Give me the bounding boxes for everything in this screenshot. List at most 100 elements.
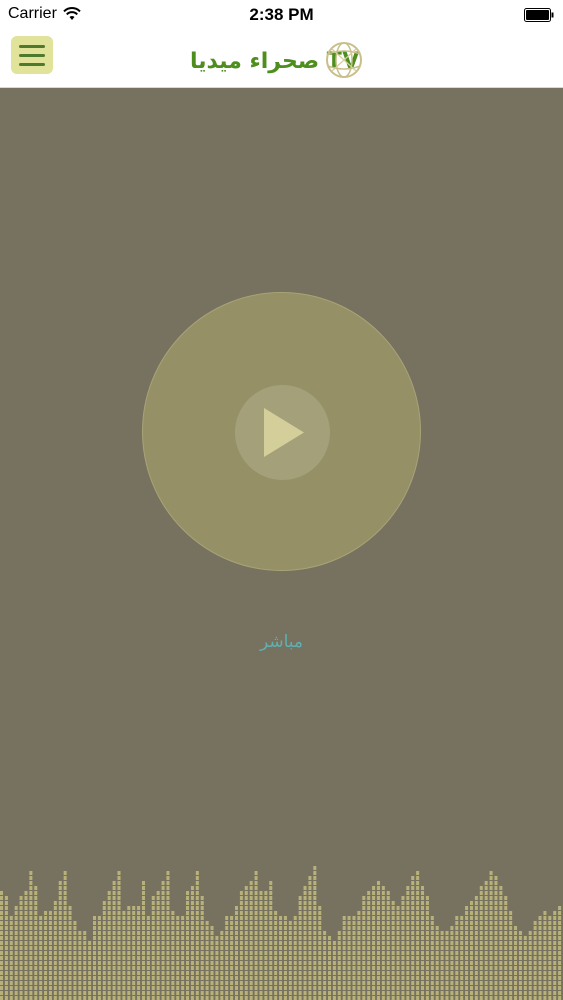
equalizer-bar <box>249 881 253 1000</box>
battery-icon <box>524 8 554 22</box>
equalizer-bar <box>244 886 248 1000</box>
equalizer-bar <box>14 906 18 1000</box>
equalizer-bar <box>494 876 498 1000</box>
equalizer-bar <box>342 916 346 1000</box>
audio-equalizer <box>0 866 562 1000</box>
equalizer-bar <box>401 896 405 1000</box>
navigation-bar: صحراء ميديا TV <box>0 30 563 88</box>
equalizer-bar <box>460 916 464 1000</box>
equalizer-bar <box>176 916 180 1000</box>
equalizer-bar <box>230 916 234 1000</box>
equalizer-bar <box>161 881 165 1000</box>
equalizer-bar <box>347 916 351 1000</box>
equalizer-bar <box>122 911 126 1000</box>
equalizer-bar <box>479 886 483 1000</box>
play-button[interactable] <box>235 385 330 480</box>
clock: 2:38 PM <box>249 5 314 24</box>
equalizer-bar <box>93 916 97 1000</box>
equalizer-bar <box>425 896 429 1000</box>
equalizer-bar <box>4 896 8 1000</box>
equalizer-bar <box>372 886 376 1000</box>
equalizer-bar <box>210 926 214 1000</box>
equalizer-bar <box>455 916 459 1000</box>
equalizer-bar <box>127 906 131 1000</box>
hamburger-icon <box>19 62 45 66</box>
player-disc <box>142 292 421 571</box>
equalizer-bar <box>63 871 67 1000</box>
equalizer-bar <box>254 871 258 1000</box>
channel-logo: صحراء ميديا TV <box>188 40 364 82</box>
equalizer-bar <box>367 891 371 1000</box>
equalizer-bar <box>421 886 425 1000</box>
equalizer-bar <box>558 906 562 1000</box>
hamburger-icon <box>19 44 45 48</box>
equalizer-bar <box>102 901 106 1000</box>
equalizer-bar <box>112 881 116 1000</box>
equalizer-bar <box>450 926 454 1000</box>
equalizer-bar <box>489 871 493 1000</box>
equalizer-bar <box>205 921 209 1000</box>
equalizer-bar <box>78 931 82 1000</box>
equalizer-bar <box>440 931 444 1000</box>
globe-logo-icon <box>326 42 362 78</box>
equalizer-bar <box>48 911 52 1000</box>
equalizer-bar <box>68 906 72 1000</box>
equalizer-bar <box>328 936 332 1000</box>
equalizer-bar <box>117 871 121 1000</box>
equalizer-bar <box>411 876 415 1000</box>
equalizer-bar <box>29 871 33 1000</box>
equalizer-bar <box>474 896 478 1000</box>
hamburger-icon <box>19 53 45 57</box>
equalizer-bar <box>171 911 175 1000</box>
equalizer-bar <box>274 911 278 1000</box>
equalizer-bar <box>264 891 268 1000</box>
equalizer-bar <box>308 876 312 1000</box>
equalizer-bar <box>543 911 547 1000</box>
equalizer-bar <box>141 881 145 1000</box>
equalizer-bar <box>239 891 243 1000</box>
equalizer-bar <box>499 886 503 1000</box>
menu-button[interactable] <box>11 36 53 74</box>
equalizer-bar <box>435 926 439 1000</box>
play-icon <box>264 408 304 457</box>
equalizer-bar <box>518 931 522 1000</box>
equalizer-bar <box>190 886 194 1000</box>
equalizer-bar <box>332 941 336 1000</box>
equalizer-bar <box>279 916 283 1000</box>
equalizer-bar <box>53 901 57 1000</box>
equalizer-bar <box>181 916 185 1000</box>
equalizer-bar <box>318 906 322 1000</box>
equalizer-bar <box>19 896 23 1000</box>
equalizer-bar <box>0 891 3 1000</box>
equalizer-bar <box>186 891 190 1000</box>
equalizer-bar <box>259 891 263 1000</box>
equalizer-bar <box>548 916 552 1000</box>
equalizer-bar <box>538 916 542 1000</box>
status-bar: Carrier 2:38 PM <box>0 0 563 30</box>
equalizer-bar <box>416 871 420 1000</box>
equalizer-bar <box>504 896 508 1000</box>
live-label: مباشر <box>259 632 304 652</box>
equalizer-bar <box>132 906 136 1000</box>
equalizer-bar <box>220 931 224 1000</box>
equalizer-bar <box>298 896 302 1000</box>
equalizer-bar <box>34 886 38 1000</box>
equalizer-bar <box>293 916 297 1000</box>
equalizer-bar <box>215 936 219 1000</box>
equalizer-bar <box>234 906 238 1000</box>
equalizer-bar <box>376 881 380 1000</box>
equalizer-bar <box>156 891 160 1000</box>
equalizer-bar <box>107 891 111 1000</box>
equalizer-bar <box>445 931 449 1000</box>
equalizer-bar <box>323 931 327 1000</box>
equalizer-bar <box>337 931 341 1000</box>
equalizer-bar <box>313 866 317 1000</box>
equalizer-bar <box>391 901 395 1000</box>
equalizer-bar <box>83 931 87 1000</box>
equalizer-bar <box>58 881 62 1000</box>
equalizer-bar <box>225 916 229 1000</box>
equalizer-bar <box>146 916 150 1000</box>
equalizer-bar <box>509 911 513 1000</box>
equalizer-bar <box>269 881 273 1000</box>
equalizer-bar <box>523 936 527 1000</box>
